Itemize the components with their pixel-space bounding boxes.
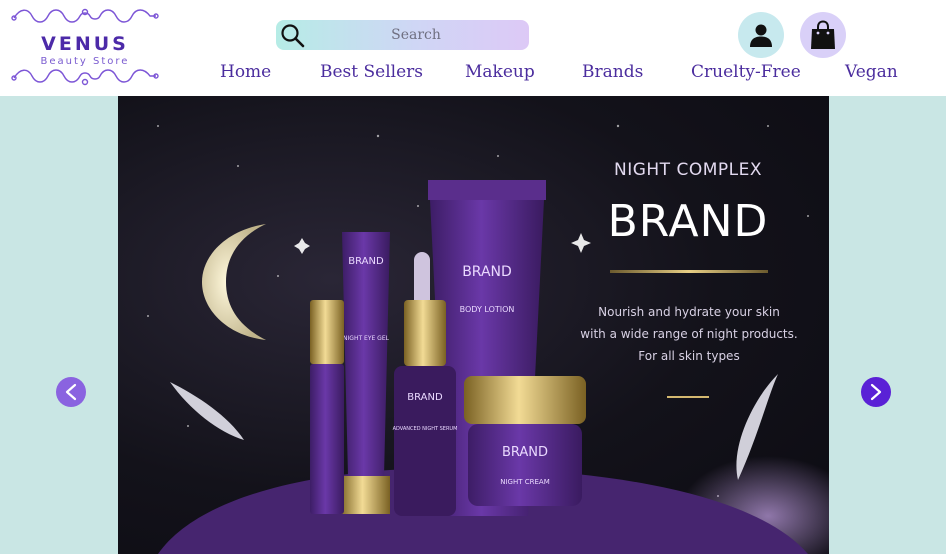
serum-brand-label: BRAND: [407, 392, 443, 403]
nav-best-sellers[interactable]: Best Sellers: [320, 62, 423, 82]
shopping-bag-icon: [811, 20, 835, 49]
eyegel-brand-label: BRAND: [348, 256, 384, 267]
nav-brands[interactable]: Brands: [582, 62, 643, 82]
search-bar[interactable]: [276, 20, 529, 50]
cream-brand-label: BRAND: [502, 445, 548, 460]
hero-title: BRAND: [607, 196, 769, 247]
chevron-left-icon: [65, 383, 77, 401]
user-icon: [750, 24, 772, 47]
nav-cruelty-free[interactable]: Cruelty-Free: [691, 62, 801, 82]
nav-home[interactable]: Home: [220, 62, 271, 82]
hero-description: Nourish and hydrate your skin with a wid…: [578, 301, 800, 367]
hero-divider: [610, 270, 768, 273]
hero-banner[interactable]: BRAND BODY LOTION BRAND NIGHT EYE GEL BR…: [118, 96, 829, 554]
nav-vegan[interactable]: Vegan: [845, 62, 898, 82]
carousel-prev-button[interactable]: [56, 377, 86, 407]
search-input[interactable]: [316, 20, 516, 50]
eyegel-name-label: NIGHT EYE GEL: [343, 335, 390, 342]
lotion-brand-label: BRAND: [462, 264, 512, 280]
carousel-next-button[interactable]: [861, 377, 891, 407]
chevron-right-icon: [870, 383, 882, 401]
hero-subtitle: NIGHT COMPLEX: [613, 160, 762, 180]
hero-carousel: BRAND BODY LOTION BRAND NIGHT EYE GEL BR…: [0, 96, 946, 554]
cream-name-label: NIGHT CREAM: [500, 478, 550, 486]
hero-dash: [667, 396, 709, 398]
hero-description-line: Nourish and hydrate your skin: [598, 305, 780, 319]
cart-button[interactable]: [800, 12, 846, 58]
nav-makeup[interactable]: Makeup: [465, 62, 535, 82]
brand-name: VENUS: [41, 33, 129, 55]
search-icon[interactable]: [278, 22, 306, 48]
brand-tagline: Beauty Store: [40, 56, 130, 67]
lotion-name-label: BODY LOTION: [460, 305, 515, 314]
hero-description-line: For all skin types: [638, 349, 740, 363]
site-header: VENUS Beauty Store Home Best Sellers Mak…: [0, 0, 946, 96]
hero-description-line: with a wide range of night products.: [580, 327, 798, 341]
store-logo[interactable]: VENUS Beauty Store: [10, 6, 160, 88]
serum-name-label: ADVANCED NIGHT SERUM: [393, 426, 458, 432]
account-button[interactable]: [738, 12, 784, 58]
